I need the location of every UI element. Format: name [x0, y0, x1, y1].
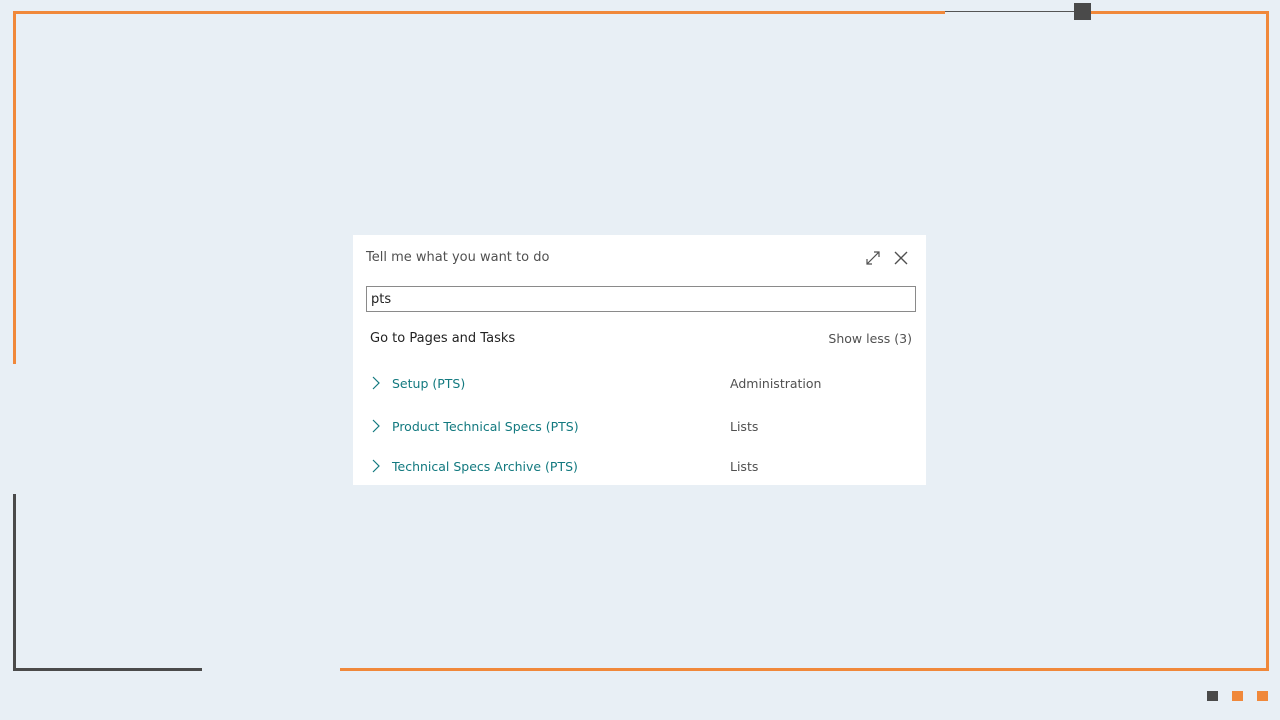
result-category: Lists — [730, 419, 759, 434]
result-label[interactable]: Technical Specs Archive (PTS) — [392, 459, 578, 474]
close-icon[interactable] — [891, 248, 911, 268]
result-category: Administration — [730, 376, 822, 391]
tell-me-dialog: Tell me what you want to do Go to Pages … — [353, 235, 926, 485]
frame-right-orange — [1266, 11, 1269, 671]
frame-top-orange-right — [1091, 11, 1269, 14]
chevron-right-icon — [372, 419, 380, 433]
chevron-right-icon — [372, 459, 380, 473]
dialog-title: Tell me what you want to do — [366, 250, 550, 265]
show-less-link[interactable]: Show less (3) — [828, 331, 912, 346]
search-input[interactable] — [366, 286, 916, 312]
corner-dot-orange-1 — [1232, 691, 1243, 701]
expand-icon[interactable] — [863, 248, 883, 268]
result-row-setup[interactable]: Setup (PTS) Administration — [353, 370, 926, 398]
corner-dot-dark — [1207, 691, 1218, 701]
frame-top-square — [1074, 3, 1091, 20]
section-header: Go to Pages and Tasks — [370, 331, 516, 346]
result-category: Lists — [730, 459, 759, 474]
result-label[interactable]: Product Technical Specs (PTS) — [392, 419, 579, 434]
frame-top-orange — [13, 11, 945, 14]
corner-dot-orange-2 — [1257, 691, 1268, 701]
frame-top-thin — [945, 11, 1075, 12]
frame-left-orange — [13, 11, 16, 364]
chevron-right-icon — [372, 376, 380, 390]
frame-bottom-dark — [13, 668, 202, 671]
frame-bottom-orange — [340, 668, 1269, 671]
result-label[interactable]: Setup (PTS) — [392, 376, 465, 391]
frame-left-dark — [13, 494, 16, 671]
result-row-technical-specs-archive[interactable]: Technical Specs Archive (PTS) Lists — [353, 453, 926, 481]
result-row-product-technical-specs[interactable]: Product Technical Specs (PTS) Lists — [353, 413, 926, 441]
